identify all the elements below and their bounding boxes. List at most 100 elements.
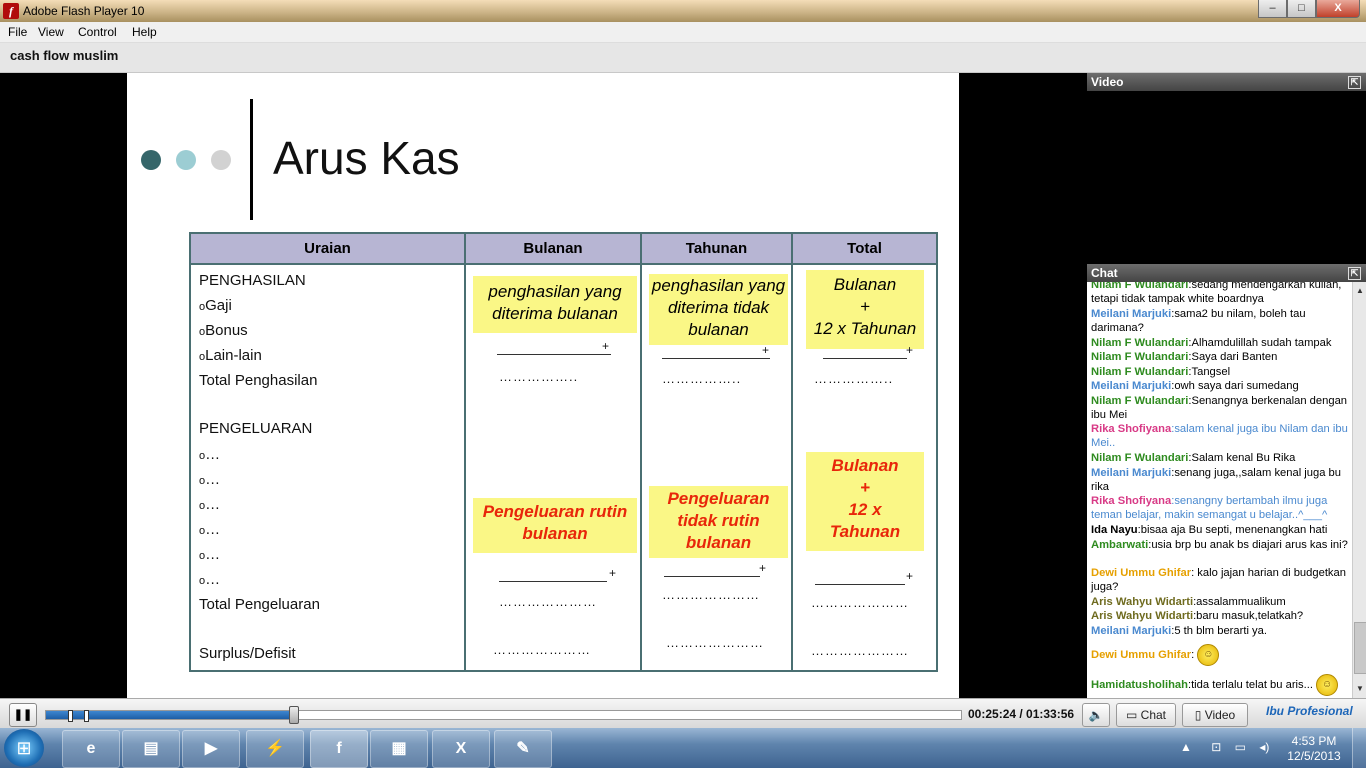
- bulanan-pengeluaran-note: Pengeluaran rutin bulanan: [473, 498, 637, 553]
- volume-button[interactable]: 🔈: [1082, 703, 1110, 727]
- chat-message: Meilani Marjuki:owh saya dari sumedang: [1091, 380, 1299, 392]
- expand-chat-icon[interactable]: ⇱: [1348, 267, 1361, 280]
- slide: Arus Kas Uraian Bulanan Tahunan Total PE…: [127, 73, 959, 698]
- label-lainlain: oLain-lain: [199, 347, 262, 364]
- excel-icon: X: [455, 740, 467, 757]
- menu-bar: File View Control Help: [0, 22, 1366, 43]
- uraian-column: PENGHASILAN oGaji oBonus oLain-lain Tota…: [189, 264, 466, 671]
- slide-title: Arus Kas: [273, 132, 460, 184]
- chat-message: Ambarwati:usia brp bu anak bs diajari ar…: [1091, 539, 1348, 551]
- dots-surplus: …………………: [811, 643, 909, 658]
- menu-file[interactable]: File: [8, 25, 27, 39]
- show-hidden-icons-icon[interactable]: ▲: [1180, 740, 1192, 754]
- bulanan-penghasilan-note: penghasilan yang diterima bulanan: [473, 276, 637, 333]
- video-toggle-button[interactable]: ▯ Video: [1182, 703, 1248, 727]
- taskbar-clock[interactable]: 4:53 PM 12/5/2013: [1282, 734, 1346, 764]
- scroll-up-icon[interactable]: ▲: [1354, 284, 1366, 298]
- chat-message: Nilam F Wulandari:Saya dari Banten: [1091, 351, 1278, 363]
- chat-scrollbar[interactable]: ▲ ▼: [1352, 282, 1366, 698]
- pengeluaran-item: o…: [199, 446, 221, 463]
- column-header-bulanan: Bulanan: [464, 232, 642, 265]
- chat-bubble-icon: ▭: [1125, 708, 1141, 722]
- chat-message: Dewi Ummu Ghifar: ☺: [1091, 644, 1352, 666]
- pause-icon: ❚❚: [13, 709, 33, 721]
- tahunan-column: penghasilan yang diterima tidak bulanan …: [640, 264, 793, 671]
- video-area: [1087, 91, 1366, 262]
- label-surplus-defisit: Surplus/Defisit: [199, 645, 296, 662]
- chat-message: Dewi Ummu Ghifar: kalo jajan harian di b…: [1091, 567, 1346, 594]
- taskbar-presentation[interactable]: ▦: [370, 730, 428, 768]
- clock-time: 4:53 PM: [1291, 734, 1337, 748]
- battery-icon[interactable]: ▭: [1235, 740, 1246, 754]
- winamp-icon: ⚡: [265, 740, 285, 757]
- taskbar-media-player[interactable]: ▶: [182, 730, 240, 768]
- tahunan-penghasilan-note: penghasilan yang diterima tidak bulanan: [649, 274, 788, 345]
- pengeluaran-item: o…: [199, 546, 221, 563]
- plus-sign: +: [609, 566, 617, 580]
- dots-total-pengeluaran: …………………: [811, 595, 909, 610]
- plus-sign: +: [759, 561, 767, 575]
- chat-message: Nilam F Wulandari:Alhamdulillah sudah ta…: [1091, 337, 1332, 349]
- tahunan-pengeluaran-note: Pengeluaran tidak rutin bulanan: [649, 486, 788, 558]
- start-button[interactable]: ⊞: [4, 729, 44, 767]
- maximize-button[interactable]: □: [1287, 0, 1316, 18]
- taskbar-winamp[interactable]: ⚡: [246, 730, 304, 768]
- chat-message: Hamidatusholihah:tida terlalu telat bu a…: [1091, 674, 1352, 696]
- window-title: Adobe Flash Player 10: [23, 4, 145, 18]
- system-tray: ▲ ⊡ ▭ ◂): [1180, 740, 1269, 754]
- smiley-icon: ☺: [1316, 674, 1339, 696]
- total-column: Bulanan + 12 x Tahunan + …………….. Bulanan…: [791, 264, 938, 671]
- scroll-down-icon[interactable]: ▼: [1354, 682, 1366, 696]
- menu-control[interactable]: Control: [78, 25, 117, 39]
- time-display: 00:25:24 / 01:33:56: [968, 707, 1075, 721]
- chat-message: Ida Nayu:bisaa aja Bu septi, menenangkan…: [1091, 524, 1328, 536]
- chapter-marker: [84, 710, 89, 722]
- taskbar-file-explorer[interactable]: ▤: [122, 730, 180, 768]
- dots-total-pengeluaran: …………………: [499, 594, 597, 609]
- pengeluaran-item: o…: [199, 496, 221, 513]
- pause-button[interactable]: ❚❚: [9, 703, 37, 727]
- dots-total-penghasilan: ……………..: [814, 371, 894, 386]
- label-pengeluaran: PENGELUARAN: [199, 420, 313, 437]
- room-title: cash flow muslim: [10, 48, 119, 63]
- video-frame-icon: ▯: [1194, 708, 1205, 722]
- network-icon[interactable]: ⊡: [1211, 740, 1221, 754]
- menu-view[interactable]: View: [38, 25, 64, 39]
- scroll-thumb[interactable]: [1354, 622, 1366, 674]
- taskbar-flash-player[interactable]: f: [310, 730, 368, 768]
- seek-bar[interactable]: [45, 706, 962, 724]
- menu-help[interactable]: Help: [132, 25, 157, 39]
- slide-dot-3: [211, 150, 231, 170]
- column-header-uraian: Uraian: [189, 232, 466, 265]
- chat-message: Nilam F Wulandari:Salam kenal Bu Rika: [1091, 452, 1296, 464]
- plus-sign: +: [602, 339, 610, 353]
- chat-message: Nilam F Wulandari:Senangnya berkenalan d…: [1091, 395, 1348, 422]
- show-desktop-button[interactable]: [1352, 728, 1366, 768]
- chat-message: Meilani Marjuki:5 th blm berarti ya.: [1091, 625, 1267, 637]
- slide-dot-2: [176, 150, 196, 170]
- column-header-tahunan: Tahunan: [640, 232, 793, 265]
- taskbar-paint[interactable]: ✎: [494, 730, 552, 768]
- close-button[interactable]: X: [1316, 0, 1360, 18]
- sum-line: [662, 358, 770, 359]
- room-header: cash flow muslim: [0, 43, 1366, 73]
- minimize-button[interactable]: –: [1258, 0, 1287, 18]
- plus-sign: +: [906, 569, 914, 583]
- pengeluaran-item: o…: [199, 571, 221, 588]
- clock-date: 12/5/2013: [1287, 749, 1341, 763]
- chat-message: Aris Wahyu Widarti:baru masuk,telatkah?: [1091, 610, 1304, 622]
- seek-handle[interactable]: [289, 706, 300, 724]
- taskbar-excel[interactable]: X: [432, 730, 490, 768]
- label-penghasilan: PENGHASILAN: [199, 272, 306, 289]
- sum-line: [497, 354, 611, 355]
- dots-total-pengeluaran: …………………: [662, 587, 760, 602]
- expand-video-icon[interactable]: ⇱: [1348, 76, 1361, 89]
- chapter-marker: [68, 710, 73, 722]
- taskbar-internet-explorer[interactable]: e: [62, 730, 120, 768]
- chat-toggle-button[interactable]: ▭ Chat: [1116, 703, 1176, 727]
- windows-taskbar: ⊞ e ▤ ▶ ⚡ f ▦ X ✎ ▲ ⊡ ▭ ◂) 4:53 PM 12/5/…: [0, 728, 1366, 768]
- volume-icon[interactable]: ◂): [1259, 740, 1269, 754]
- column-header-total: Total: [791, 232, 938, 265]
- label-bonus: oBonus: [199, 322, 248, 339]
- pengeluaran-item: o…: [199, 471, 221, 488]
